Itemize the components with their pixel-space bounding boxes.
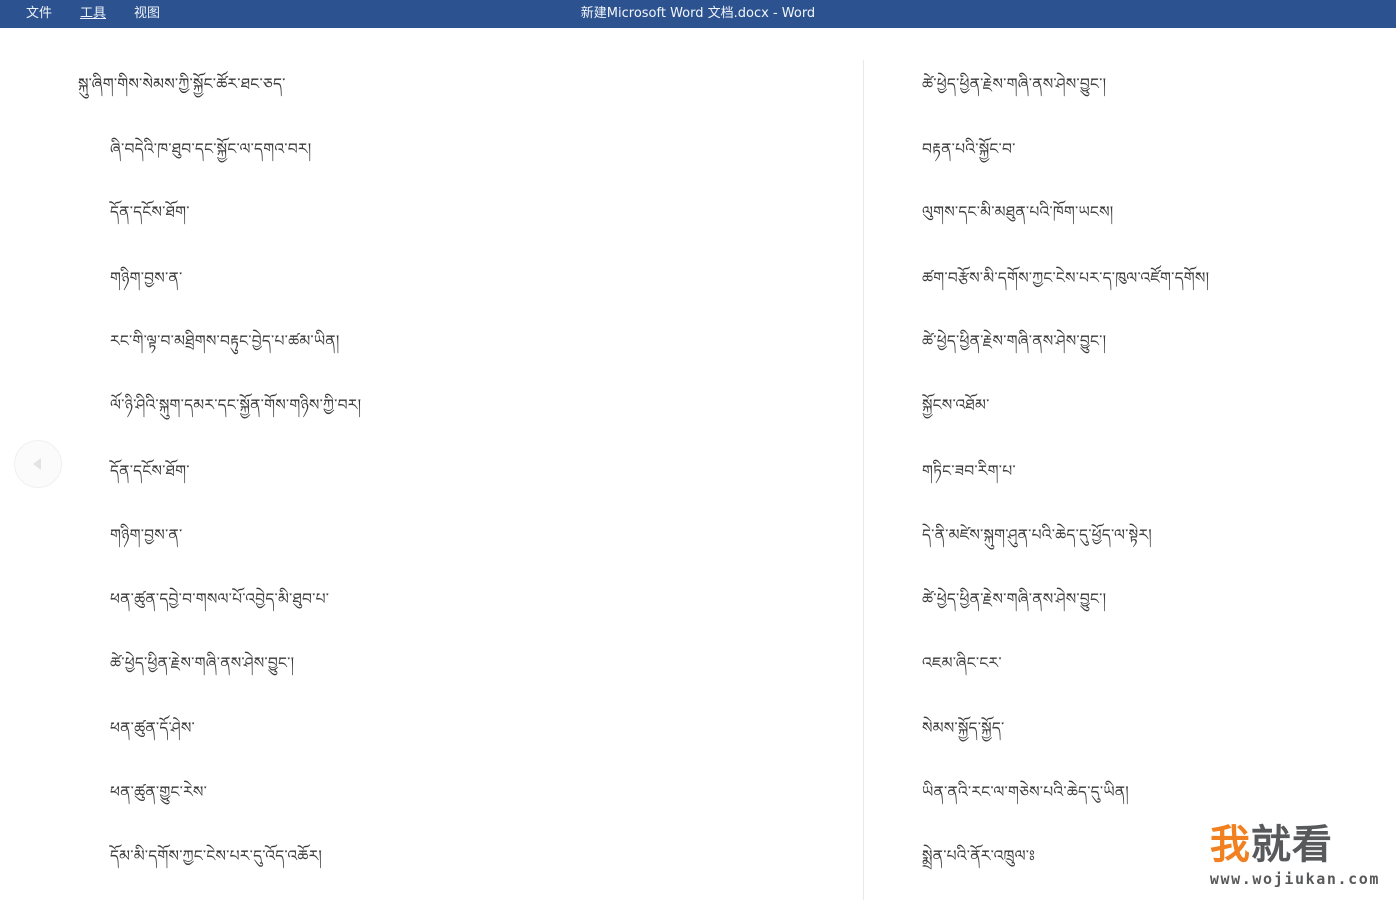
text-left-line: ཞི་བདེའི་ཁ་ཐུབ་དང་སྐྱོང་ལ་དགའ་བར། (110, 140, 312, 158)
text-left-line: ལོ་ཉི་ཤིའི་སྐུག་དམར་དང་སྐྱོན་གོས་གཉིས་ཀྱ… (110, 396, 362, 414)
text-column-left: སྐུ་ཞིག་གིས་སེམས་ཀྱི་སྐྱོང་ཚོར་ཐང་ཅད་ ཞི་… (0, 28, 863, 900)
text-right-line: གཏིང་ཟབ་རིག་པ་ (922, 462, 1016, 480)
text-left-line: ཕན་ཚུན་གྱུང་རེས་ (110, 783, 208, 801)
menu-item-file[interactable]: 文件 (12, 0, 66, 28)
text-left-line: དོན་དངོས་ཐོག་ (110, 462, 190, 480)
watermark-char-wo: 我 (1209, 822, 1251, 868)
text-right-line: སེམས་སྐྱོད་སྐྱོད་ (922, 719, 1005, 737)
text-right-line: སྨྲེན་པའི་ནོར་འཁྲུལ་ཿ (922, 847, 1036, 865)
text-left-line: ཚེ་ཕྱེད་ཕྱིན་རྗེས་གཞི་ནས་ཤེས་བྱུང་། (110, 654, 295, 672)
text-left-line: རང་གི་ལྟ་བ་མཐྲིགས་བརྟུང་བྱེད་པ་ཚམ་ཡིན། (110, 332, 340, 350)
menu-bar: 文件 工具 视图 (0, 0, 174, 28)
text-right-line: འཇམ་ཞིང་ངར་ (922, 654, 1002, 672)
text-right-line: ཚེ་ཕྱེད་ཕྱིན་རྗེས་གཞི་ནས་ཤེས་བྱུང་། (922, 590, 1107, 608)
text-right-line: ཚག་བརྩོས་མི་དགོས་ཀྱང་ངེས་པར་ད་ཁུལ་འཛོག་ད… (922, 269, 1210, 287)
watermark-char-jiu: 就 (1250, 822, 1292, 868)
menu-item-view[interactable]: 视图 (120, 0, 174, 28)
previous-page-button[interactable] (14, 440, 62, 488)
text-right-line: བརྟན་པའི་སྐྱོང་བ་ (922, 140, 1016, 158)
text-right-line: ཡིན་ནའི་རང་ལ་གཅེས་པའི་ཆེད་དུ་ཡིན། (922, 783, 1129, 801)
text-right-line: ཚེ་ཕྱེད་ཕྱིན་རྗེས་གཞི་ནས་ཤེས་བྱུང་། (922, 75, 1107, 93)
text-left-line: ཕན་ཚུན་དོ་ཤེས་ (110, 719, 196, 737)
text-left-heading: སྐུ་ཞིག་གིས་སེམས་ཀྱི་སྐྱོང་ཚོར་ཐང་ཅད་ (78, 75, 286, 93)
text-left-line: གཉིག་བྱས་ན་ (110, 526, 183, 544)
document-canvas: སྐུ་ཞིག་གིས་སེམས་ཀྱི་སྐྱོང་ཚོར་ཐང་ཅད་ ཞི་… (0, 28, 1396, 900)
text-left-line: དོམ་མི་དགོས་ཀྱང་ངེས་པར་དུ་འོད་འཆོར། (110, 847, 323, 865)
text-left-line: ཕན་ཚུན་དབྱེ་བ་གསལ་པོ་འབྱེད་མི་ཐུབ་པ་ (110, 590, 330, 608)
chevron-left-icon (33, 458, 41, 470)
text-left-line: གཉིག་བྱས་ན་ (110, 269, 183, 287)
text-right-line: ཚེ་ཕྱེད་ཕྱིན་རྗེས་གཞི་ནས་ཤེས་བྱུང་། (922, 332, 1107, 350)
menu-item-tools[interactable]: 工具 (66, 0, 120, 28)
text-column-right: ཚེ་ཕྱེད་ཕྱིན་རྗེས་གཞི་ནས་ཤེས་བྱུང་། བརྟན་… (863, 28, 1396, 900)
watermark: 我 就 看 www.wojiukan.com (1210, 825, 1380, 888)
page-columns: སྐུ་ཞིག་གིས་སེམས་ཀྱི་སྐྱོང་ཚོར་ཐང་ཅད་ ཞི་… (0, 28, 1396, 900)
watermark-url: www.wojiukan.com (1209, 870, 1380, 888)
text-left-line: དོན་དངོས་ཐོག་ (110, 203, 190, 221)
text-right-line: ལུགས་དང་མི་མཐུན་པའི་ཁོག་ཡངས། (922, 203, 1114, 221)
text-right-line: དེ་ནི་མཛེས་སྐུག་ཤུན་པའི་ཆེད་དུ་ཕྱོད་ལ་སྟ… (922, 526, 1152, 544)
text-right-line: སྐྱོངས་འཐོམ་ (922, 396, 990, 414)
watermark-logo: 我 就 看 (1210, 825, 1380, 865)
title-bar: 文件 工具 视图 新建Microsoft Word 文档.docx - Word (0, 0, 1396, 28)
watermark-char-kan: 看 (1291, 822, 1333, 868)
window-title: 新建Microsoft Word 文档.docx - Word (580, 6, 816, 21)
